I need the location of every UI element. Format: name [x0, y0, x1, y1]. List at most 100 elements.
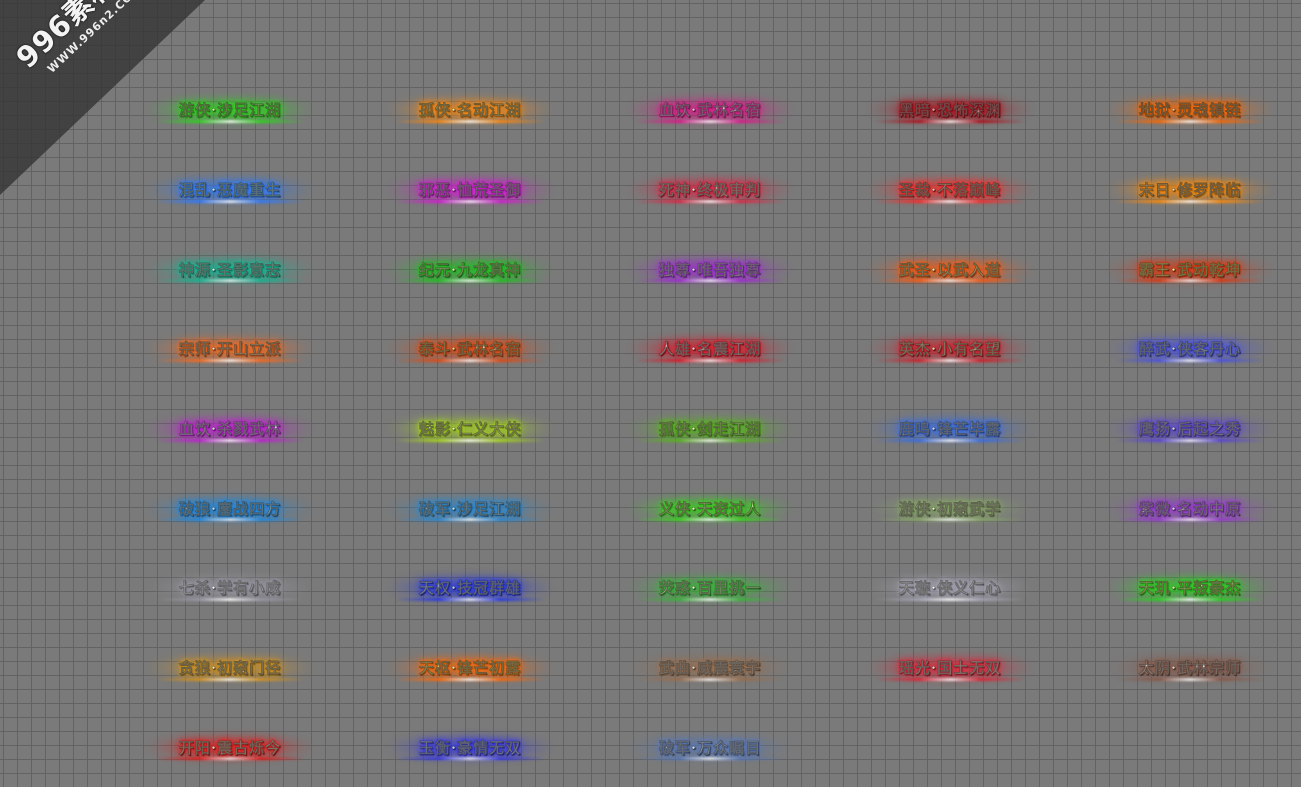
title-badge: 天璇·侠义仁心	[889, 573, 1011, 602]
title-badge: 鹰扬·后起之秀	[1129, 414, 1251, 443]
title-badge: 鹿鸣·锋芒毕露	[889, 414, 1011, 443]
title-badge: 贪狼·初窥门径	[169, 653, 291, 682]
title-badge: 太阴·武林宗师	[1129, 653, 1251, 682]
title-cell: 开阳·震古烁今	[110, 708, 350, 787]
title-cell: 贪狼·初窥门径	[110, 628, 350, 708]
title-cell: 游侠·涉足江湖	[110, 70, 350, 150]
title-text: 血饮·杀戮武林	[179, 418, 281, 439]
title-badge: 宗师·开山立派	[169, 334, 291, 363]
title-cell: 武曲·威震寰宇	[590, 628, 830, 708]
title-badge: 霸王·武动乾坤	[1129, 255, 1251, 284]
title-cell: 鹿鸣·锋芒毕露	[830, 389, 1070, 469]
title-text: 贪狼·初窥门径	[179, 657, 281, 678]
title-cell: 霸王·武动乾坤	[1070, 229, 1301, 309]
title-text: 天玑·平叛豪杰	[1139, 577, 1241, 598]
title-text: 破军·涉足江湖	[419, 498, 521, 519]
title-badge: 天玑·平叛豪杰	[1129, 573, 1251, 602]
title-badge: 瑶光·国士无双	[889, 653, 1011, 682]
title-cell: 神源·圣影意志	[110, 229, 350, 309]
title-text: 宗师·开山立派	[179, 338, 281, 359]
title-badge: 义侠·天资过人	[649, 494, 771, 523]
title-cell: 邪恶·恤荒圣御	[350, 150, 590, 230]
title-cell: 泰斗·武林名宿	[350, 309, 590, 389]
title-cell: 孤侠·名动江湖	[350, 70, 590, 150]
title-badge: 泰斗·武林名宿	[409, 334, 531, 363]
title-badge-grid: 游侠·涉足江湖 孤侠·名动江湖 血饮·武林名宿 黑暗·恐怖深渊 地狱·灵魂镇链混乱·恶魔…	[110, 70, 1300, 780]
title-cell: 破军·万众瞩目	[590, 708, 830, 787]
title-badge: 开阳·震古烁今	[169, 733, 291, 762]
title-cell: 瑶光·国士无双	[830, 628, 1070, 708]
title-badge: 紫微·名动中原	[1129, 494, 1251, 523]
title-text: 神源·圣影意志	[179, 259, 281, 280]
title-badge: 纪元·九龙真神	[409, 255, 531, 284]
title-badge: 圣裁·不落巅峰	[889, 175, 1011, 204]
title-cell: 魅影·仁义大侠	[350, 389, 590, 469]
title-cell: 血饮·杀戮武林	[110, 389, 350, 469]
title-cell: 圣裁·不落巅峰	[830, 150, 1070, 230]
title-cell: 天权·技冠群雄	[350, 548, 590, 628]
title-text: 玉衡·豪情无双	[419, 737, 521, 758]
title-badge: 邪恶·恤荒圣御	[409, 175, 531, 204]
title-badge: 天权·技冠群雄	[409, 573, 531, 602]
title-badge: 孤侠·剑走江湖	[649, 414, 771, 443]
title-badge: 破军·万众瞩目	[649, 733, 771, 762]
title-badge: 游侠·涉足江湖	[169, 95, 291, 124]
title-cell: 人雄·名震江湖	[590, 309, 830, 389]
title-text: 太阴·武林宗师	[1139, 657, 1241, 678]
title-text: 黑暗·恐怖深渊	[899, 99, 1001, 120]
title-cell: 混乱·恶魔重生	[110, 150, 350, 230]
title-cell: 醉武·侠客丹心	[1070, 309, 1301, 389]
title-cell: 纪元·九龙真神	[350, 229, 590, 309]
title-badge: 荧惑·百里挑一	[649, 573, 771, 602]
title-cell: 黑暗·恐怖深渊	[830, 70, 1070, 150]
title-badge: 破军·涉足江湖	[409, 494, 531, 523]
title-text: 孤侠·名动江湖	[419, 99, 521, 120]
title-text: 紫微·名动中原	[1139, 498, 1241, 519]
title-text: 七杀·学有小成	[179, 577, 281, 598]
title-cell: 末日·修罗降临	[1070, 150, 1301, 230]
title-badge: 魅影·仁义大侠	[409, 414, 531, 443]
title-badge: 破狼·鏖战四方	[169, 494, 291, 523]
title-cell: 玉衡·豪情无双	[350, 708, 590, 787]
title-badge: 孤侠·名动江湖	[409, 95, 531, 124]
title-text: 霸王·武动乾坤	[1139, 259, 1241, 280]
title-badge: 玉衡·豪情无双	[409, 733, 531, 762]
title-badge: 英杰·小有名望	[889, 334, 1011, 363]
title-text: 魅影·仁义大侠	[419, 418, 521, 439]
title-badge: 醉武·侠客丹心	[1129, 334, 1251, 363]
title-cell: 武圣·以武入道	[830, 229, 1070, 309]
title-cell: 英杰·小有名望	[830, 309, 1070, 389]
title-cell: 破军·涉足江湖	[350, 468, 590, 548]
title-text: 破狼·鏖战四方	[179, 498, 281, 519]
title-text: 泰斗·武林名宿	[419, 338, 521, 359]
title-text: 天权·技冠群雄	[419, 577, 521, 598]
title-cell: 七杀·学有小成	[110, 548, 350, 628]
title-badge: 末日·修罗降临	[1129, 175, 1251, 204]
title-cell: 天璇·侠义仁心	[830, 548, 1070, 628]
title-cell: 血饮·武林名宿	[590, 70, 830, 150]
title-badge: 七杀·学有小成	[169, 573, 291, 602]
title-text: 鹿鸣·锋芒毕露	[899, 418, 1001, 439]
title-text: 混乱·恶魔重生	[179, 179, 281, 200]
title-text: 邪恶·恤荒圣御	[419, 179, 521, 200]
title-cell: 地狱·灵魂镇链	[1070, 70, 1301, 150]
title-badge: 独尊·唯吾独尊	[649, 255, 771, 284]
title-text: 天枢·锋芒初露	[419, 657, 521, 678]
title-text: 游侠·涉足江湖	[179, 99, 281, 120]
title-text: 开阳·震古烁今	[179, 737, 281, 758]
title-text: 荧惑·百里挑一	[659, 577, 761, 598]
title-text: 游侠·初窥武学	[899, 498, 1001, 519]
title-text: 武曲·威震寰宇	[659, 657, 761, 678]
title-cell: 宗师·开山立派	[110, 309, 350, 389]
title-cell: 游侠·初窥武学	[830, 468, 1070, 548]
title-cell: 天玑·平叛豪杰	[1070, 548, 1301, 628]
title-text: 天璇·侠义仁心	[899, 577, 1001, 598]
title-cell: 义侠·天资过人	[590, 468, 830, 548]
title-cell: 鹰扬·后起之秀	[1070, 389, 1301, 469]
title-badge: 死神·终极审判	[649, 175, 771, 204]
title-badge: 天枢·锋芒初露	[409, 653, 531, 682]
title-text: 血饮·武林名宿	[659, 99, 761, 120]
title-badge: 神源·圣影意志	[169, 255, 291, 284]
title-text: 瑶光·国士无双	[899, 657, 1001, 678]
title-text: 纪元·九龙真神	[419, 259, 521, 280]
